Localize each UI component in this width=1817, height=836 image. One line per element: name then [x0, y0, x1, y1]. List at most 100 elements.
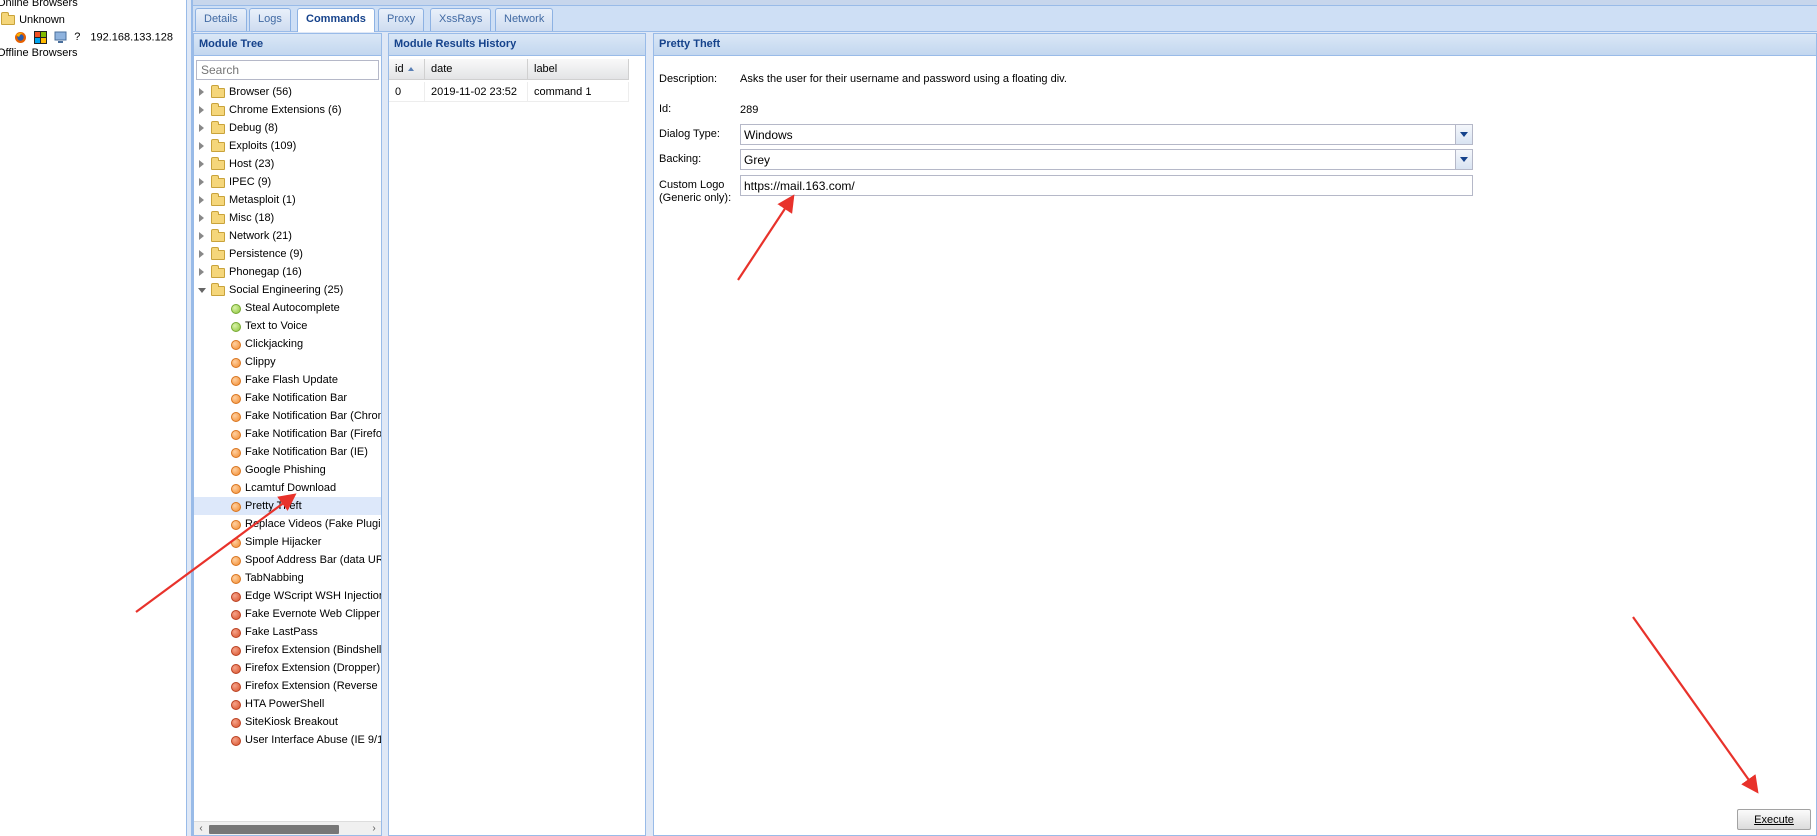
- tree-folder-item[interactable]: Phonegap (16): [194, 263, 381, 281]
- folder-icon: [211, 229, 225, 242]
- expand-triangle-icon[interactable]: [199, 232, 204, 240]
- row-date: 2019-11-02 23:52: [425, 82, 528, 102]
- tab-proxy[interactable]: Proxy: [378, 8, 425, 31]
- offline-browsers-node[interactable]: Offline Browsers: [0, 47, 78, 59]
- tree-module-item[interactable]: Fake Notification Bar (Chrome): [194, 407, 381, 425]
- tree-folder-item[interactable]: Metasploit (1): [194, 191, 381, 209]
- tree-module-item[interactable]: Edge WScript WSH Injection: [194, 587, 381, 605]
- execute-button[interactable]: Execute: [1737, 809, 1811, 830]
- tree-folder-item[interactable]: Misc (18): [194, 209, 381, 227]
- tree-module-item[interactable]: Clickjacking: [194, 335, 381, 353]
- tab-commands[interactable]: Commands: [297, 8, 375, 32]
- scroll-right-icon[interactable]: ›: [367, 822, 381, 836]
- scroll-left-icon[interactable]: ‹: [194, 822, 208, 836]
- tree-module-item[interactable]: Fake LastPass: [194, 623, 381, 641]
- chevron-down-icon[interactable]: [1455, 125, 1472, 144]
- tab-xssrays[interactable]: XssRays: [430, 8, 492, 31]
- online-browsers-node[interactable]: Online Browsers: [0, 0, 78, 9]
- tree-module-item[interactable]: Fake Notification Bar (IE): [194, 443, 381, 461]
- module-status-orange-icon: [231, 430, 241, 440]
- tree-module-item[interactable]: Pretty Theft: [194, 497, 381, 515]
- expand-triangle-icon[interactable]: [199, 268, 204, 276]
- module-status-red-icon: [231, 664, 241, 674]
- backing-select[interactable]: Grey: [740, 149, 1473, 170]
- expand-triangle-icon[interactable]: [199, 124, 204, 132]
- scrollbar-thumb[interactable]: [209, 825, 339, 834]
- tree-folder-label: Social Engineering (25): [229, 284, 344, 296]
- custom-logo-input[interactable]: [740, 175, 1473, 196]
- tree-folder-item[interactable]: Persistence (9): [194, 245, 381, 263]
- tree-module-item[interactable]: Spoof Address Bar (data URL): [194, 551, 381, 569]
- custom-logo-label-line1: Custom Logo: [659, 179, 725, 191]
- module-status-green-icon: [231, 304, 241, 314]
- tab-logs[interactable]: Logs: [249, 8, 291, 31]
- tree-folder-item[interactable]: Debug (8): [194, 119, 381, 137]
- tree-module-item[interactable]: Fake Notification Bar (Firefox): [194, 425, 381, 443]
- tree-folder-item[interactable]: Browser (56): [194, 83, 381, 101]
- column-header-id[interactable]: id: [389, 59, 425, 80]
- description-value: Asks the user for their username and pas…: [740, 73, 1067, 85]
- tree-module-item[interactable]: Steal Autocomplete: [194, 299, 381, 317]
- module-status-orange-icon: [231, 412, 241, 422]
- module-status-red-icon: [231, 610, 241, 620]
- expand-triangle-icon[interactable]: [199, 196, 204, 204]
- column-header-label[interactable]: label: [528, 59, 629, 80]
- tree-module-item[interactable]: Fake Evernote Web Clipper: [194, 605, 381, 623]
- tree-module-item[interactable]: Firefox Extension (Bindshell): [194, 641, 381, 659]
- module-tree-list: Browser (56) Chrome Extensions (6) Debug (…: [194, 83, 381, 823]
- folder-icon: [211, 265, 225, 278]
- tree-module-item[interactable]: Firefox Extension (Dropper): [194, 659, 381, 677]
- module-status-orange-icon: [231, 340, 241, 350]
- folder-icon: [211, 139, 225, 152]
- tree-folder-item[interactable]: Network (21): [194, 227, 381, 245]
- tree-module-item[interactable]: Lcamtuf Download: [194, 479, 381, 497]
- tree-module-label: TabNabbing: [245, 572, 304, 584]
- tree-folder-item[interactable]: Host (23): [194, 155, 381, 173]
- folder-icon: [211, 121, 225, 134]
- tree-module-item[interactable]: Text to Voice: [194, 317, 381, 335]
- tree-folder-item[interactable]: Chrome Extensions (6): [194, 101, 381, 119]
- collapse-triangle-icon[interactable]: [198, 288, 206, 293]
- tree-folder-label: Persistence (9): [229, 248, 303, 260]
- module-status-red-icon: [231, 736, 241, 746]
- tree-folder-label: Exploits (109): [229, 140, 297, 152]
- expand-triangle-icon[interactable]: [199, 88, 204, 96]
- tree-folder-label: Metasploit (1): [229, 194, 296, 206]
- tree-folder-item[interactable]: Exploits (109): [194, 137, 381, 155]
- module-status-red-icon: [231, 682, 241, 692]
- tree-module-item[interactable]: TabNabbing: [194, 569, 381, 587]
- table-row[interactable]: 0 2019-11-02 23:52 command 1: [389, 82, 629, 102]
- dialog-type-select[interactable]: Windows: [740, 124, 1473, 145]
- chevron-down-icon[interactable]: [1455, 150, 1472, 169]
- column-header-date[interactable]: date: [425, 59, 528, 80]
- tree-module-item[interactable]: User Interface Abuse (IE 9/10): [194, 731, 381, 749]
- tree-module-item[interactable]: Fake Notification Bar: [194, 389, 381, 407]
- tab-details[interactable]: Details: [195, 8, 247, 31]
- tree-module-item[interactable]: SiteKiosk Breakout: [194, 713, 381, 731]
- expand-triangle-icon[interactable]: [199, 178, 204, 186]
- unknown-os-node[interactable]: Unknown: [1, 12, 65, 26]
- main-panel: Details Logs Commands Proxy XssRays Netw…: [192, 0, 1817, 836]
- tree-module-label: Clippy: [245, 356, 276, 368]
- expand-triangle-icon[interactable]: [199, 106, 204, 114]
- tree-module-item[interactable]: Fake Flash Update: [194, 371, 381, 389]
- tree-folder-item[interactable]: IPEC (9): [194, 173, 381, 191]
- tree-module-item[interactable]: Replace Videos (Fake Plugin): [194, 515, 381, 533]
- expand-triangle-icon[interactable]: [199, 142, 204, 150]
- tab-network[interactable]: Network: [495, 8, 554, 31]
- module-search-input[interactable]: [196, 60, 379, 80]
- tree-module-label: Fake Notification Bar: [245, 392, 348, 404]
- expand-triangle-icon[interactable]: [199, 250, 204, 258]
- tree-module-item[interactable]: Google Phishing: [194, 461, 381, 479]
- tree-module-item[interactable]: Simple Hijacker: [194, 533, 381, 551]
- expand-triangle-icon[interactable]: [199, 160, 204, 168]
- tree-module-item[interactable]: Clippy: [194, 353, 381, 371]
- module-status-orange-icon: [231, 574, 241, 584]
- horizontal-scrollbar[interactable]: ‹ ›: [194, 821, 381, 835]
- tree-module-item[interactable]: HTA PowerShell: [194, 695, 381, 713]
- tree-folder-item[interactable]: Social Engineering (25): [194, 281, 381, 299]
- tree-module-item[interactable]: Firefox Extension (Reverse Shell): [194, 677, 381, 695]
- hooked-browser-item[interactable]: ? 192.168.133.128: [14, 31, 173, 44]
- expand-triangle-icon[interactable]: [199, 214, 204, 222]
- sort-ascending-icon: [407, 67, 414, 72]
